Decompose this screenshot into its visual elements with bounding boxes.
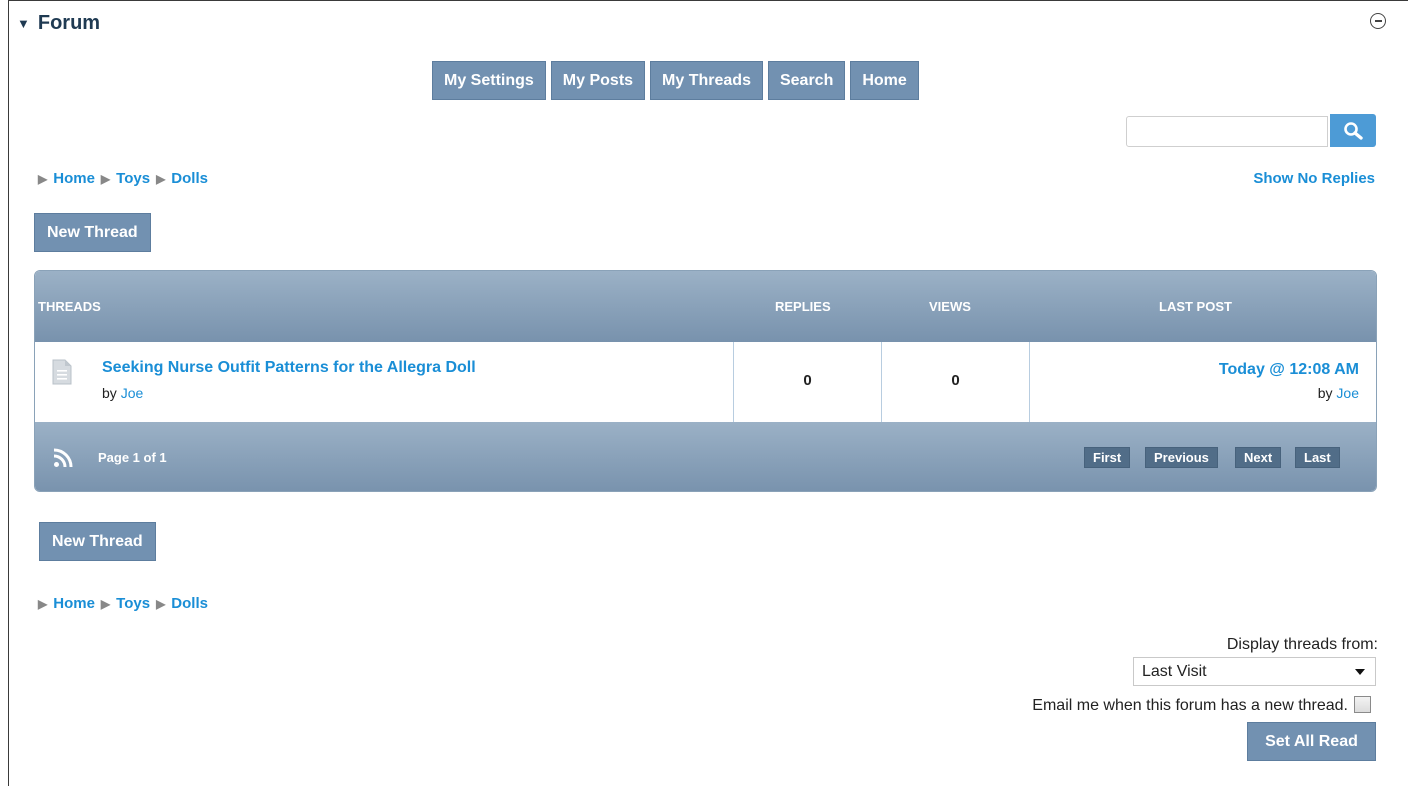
forum-title[interactable]: ▼ Forum [17,12,100,35]
breadcrumb-arrow-icon: ▶ [156,596,166,611]
breadcrumb-arrow-icon: ▶ [100,171,111,186]
breadcrumb-bottom: ▶ Home ▶ Toys ▶ Dolls [38,595,208,612]
display-threads-label: Display threads from: [1226,636,1378,653]
col-threads: THREADS [38,299,101,314]
email-notify-label: Email me when this forum has a new threa… [1032,697,1348,714]
pager-last-button[interactable]: Last [1295,447,1340,468]
set-all-read-button[interactable]: Set All Read [1247,722,1376,761]
breadcrumb-dolls[interactable]: Dolls [171,170,208,187]
pager-next-button[interactable]: Next [1235,447,1282,468]
table-row: Seeking Nurse Outfit Patterns for the Al… [35,342,1376,422]
breadcrumb: ▶ Home ▶ Toys ▶ Dolls [38,170,208,187]
breadcrumb-dolls[interactable]: Dolls [171,595,208,612]
forum-title-text: Forum [37,12,101,34]
breadcrumb-toys[interactable]: Toys [116,595,150,612]
home-button[interactable]: Home [850,61,919,100]
forum-nav: My Settings My Posts My Threads Search H… [432,61,919,100]
minimize-icon[interactable] [1370,13,1386,29]
collapse-triangle-icon: ▼ [17,16,30,31]
replies-count: 0 [803,372,812,389]
search-button[interactable]: Search [767,61,846,100]
by-prefix: by [1317,385,1333,401]
search-input[interactable] [1126,116,1328,147]
thread-title-link[interactable]: Seeking Nurse Outfit Patterns for the Al… [102,359,476,377]
views-count: 0 [951,372,960,389]
my-posts-button[interactable]: My Posts [550,61,646,100]
breadcrumb-arrow-icon: ▶ [156,171,166,186]
breadcrumb-arrow-icon: ▶ [38,596,48,611]
dropdown-caret-icon [1355,669,1365,675]
new-thread-button-bottom[interactable]: New Thread [39,522,156,561]
new-thread-button[interactable]: New Thread [34,213,151,252]
breadcrumb-home[interactable]: Home [53,170,95,187]
by-prefix: by [102,385,117,401]
search-submit-button[interactable] [1330,114,1376,147]
last-post-time-link[interactable]: Today @ 12:08 AM [1219,361,1359,379]
thread-author-line: by Joe [102,385,143,401]
threads-table: THREADS REPLIES VIEWS LAST POST Seeking … [34,270,1377,492]
email-notify-checkbox[interactable] [1354,696,1371,713]
last-post-author-link[interactable]: Joe [1336,385,1359,401]
table-header: THREADS REPLIES VIEWS LAST POST [35,271,1376,342]
col-replies: REPLIES [775,299,831,314]
pager-first-button[interactable]: First [1084,447,1131,468]
col-last-post: LAST POST [1159,299,1232,314]
col-views: VIEWS [929,299,971,314]
show-no-replies-link[interactable]: Show No Replies [1253,170,1375,187]
breadcrumb-toys[interactable]: Toys [116,170,150,187]
thread-author-link[interactable]: Joe [121,385,144,401]
my-threads-button[interactable]: My Threads [650,61,763,100]
display-threads-select[interactable]: Last Visit [1133,657,1376,686]
thread-document-icon [52,359,72,385]
breadcrumb-arrow-icon: ▶ [38,171,48,186]
rss-icon[interactable] [53,448,73,468]
my-settings-button[interactable]: My Settings [432,61,546,100]
table-footer: Page 1 of 1 First Previous Next Last [35,422,1376,491]
magnifier-icon [1344,121,1363,140]
display-threads-value: Last Visit [1142,662,1207,680]
breadcrumb-arrow-icon: ▶ [100,596,111,611]
breadcrumb-home[interactable]: Home [53,595,95,612]
pager-previous-button[interactable]: Previous [1145,447,1218,468]
page-info: Page 1 of 1 [98,450,167,465]
last-post-author-line: by Joe [1318,385,1359,401]
column-divider [1029,342,1030,422]
